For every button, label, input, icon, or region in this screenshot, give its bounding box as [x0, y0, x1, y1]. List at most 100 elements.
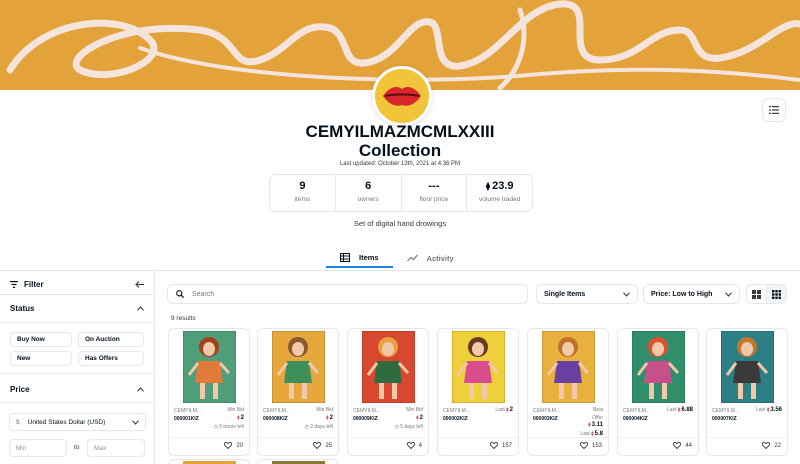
search-input[interactable]: Search [167, 284, 528, 304]
sort-select[interactable]: Price: Low to High [643, 284, 740, 304]
price-value: 2 [240, 414, 244, 421]
price-section-header[interactable]: Price [0, 382, 154, 396]
results-count: 9 results [171, 315, 196, 322]
asset-collection-name: CEMYILM... [712, 408, 739, 414]
asset-price: ⧫3.11 [588, 422, 603, 428]
filter-sidebar [0, 271, 155, 464]
asset-card[interactable]: CEMYILM... 000004KIZ Last ⧫6.88 44 [617, 328, 699, 456]
items-type-select[interactable]: Single Items [536, 284, 638, 304]
collection-title-line1: CEMYILMAZMCMLXXIII [305, 122, 495, 141]
collection-description: Set of digital hand drowings [353, 219, 447, 228]
eth-icon: ⧫ [677, 407, 681, 413]
asset-card[interactable]: CEMYILM... 000009KIZ Min Bid ⧫2 ◷ 5 days lef… [347, 328, 429, 456]
asset-card[interactable]: CEMYILM... 000003KIZ Best Offer ⧫3.11 Last ⧫5… [527, 328, 609, 456]
asset-image[interactable] [721, 331, 774, 403]
lips-icon [375, 69, 429, 123]
status-on-auction[interactable]: On Auction [78, 332, 144, 347]
favorite-button[interactable]: 4 [406, 442, 422, 449]
asset-card[interactable]: CEMYILM... 000008KIZ Min Bid ⧫2 ◷ 2 days lef… [257, 328, 339, 456]
small-grid-button[interactable] [766, 284, 787, 304]
asset-image[interactable] [272, 331, 325, 403]
asset-card[interactable]: CEMYILM... 000001KIZ Min Bid ⧫2 ◷ 5 hours le… [168, 328, 250, 456]
price-label: Offer [591, 414, 603, 421]
collection-title: CEMYILMAZMCMLXXIII Collection [250, 122, 550, 160]
favorite-button[interactable]: 153 [579, 442, 602, 449]
asset-card[interactable]: CEMYILM... 000007KIZ Last ⧫3.56 22 [706, 328, 788, 456]
favorite-button[interactable]: 25 [313, 442, 332, 449]
favorite-button[interactable]: 22 [762, 442, 781, 449]
status-buy-now[interactable]: Buy Now [10, 332, 72, 347]
card-divider [528, 437, 608, 438]
price-value: 3.56 [770, 407, 782, 413]
eth-icon: ⧫ [326, 414, 329, 421]
stat-items[interactable]: 9 items [270, 175, 336, 211]
asset-name: 000004KIZ [623, 416, 648, 422]
stat-owners[interactable]: 6 owners [336, 175, 402, 211]
price-value: 2 [509, 407, 513, 413]
price-label: Last [666, 407, 678, 413]
favorite-button[interactable]: 157 [489, 442, 512, 449]
stat-label: items [294, 196, 311, 203]
heart-icon [406, 442, 415, 449]
price-value: 3.11 [591, 422, 603, 428]
asset-collection-name: CEMYILM... [533, 408, 560, 414]
min-price-input[interactable]: Min [9, 439, 67, 457]
more-options-button[interactable] [762, 98, 786, 122]
asset-price-info: Min Bid [406, 407, 423, 413]
filter-header[interactable]: Filter [0, 277, 154, 291]
asset-price-info: ◷ 5 hours left [214, 424, 245, 430]
currency-value: United States Dollar (USD) [27, 418, 106, 426]
large-grid-button[interactable] [746, 284, 767, 304]
stat-value: 9 [299, 180, 306, 192]
currency-select[interactable]: $ United States Dollar (USD) [9, 413, 146, 431]
asset-name: 000008KIZ [263, 416, 288, 422]
card-divider [169, 437, 249, 438]
asset-image[interactable] [183, 331, 236, 403]
asset-image[interactable] [632, 331, 685, 403]
max-price-input[interactable]: Max [87, 439, 145, 457]
stat-label: owners [357, 196, 379, 203]
collection-stats: 9 items 6 owners --- floor price ⧫ 23.9 v… [269, 174, 533, 212]
asset-card[interactable] [168, 459, 250, 464]
tab-label: Items [359, 252, 379, 262]
stat-value: ⧫ 23.9 [467, 180, 532, 194]
asset-price: ⧫3.56 [767, 407, 782, 413]
last-updated-text: Last updated: October 13th, 2021 at 4:36… [339, 161, 461, 167]
asset-card[interactable] [257, 459, 339, 464]
favorite-button[interactable]: 20 [224, 442, 243, 449]
favorite-count: 44 [685, 442, 692, 449]
eth-icon: ⧫ [237, 414, 240, 421]
asset-price: ⧫2 [237, 415, 244, 421]
stat-floor-price: --- floor price [402, 175, 468, 211]
heart-icon [673, 442, 682, 449]
asset-price: ⧫2 [416, 415, 423, 421]
small-grid-icon [772, 289, 781, 299]
arrow-left-icon[interactable] [135, 280, 144, 288]
asset-image[interactable] [452, 331, 505, 403]
asset-image[interactable] [542, 331, 595, 403]
eth-icon: ⧫ [485, 181, 491, 191]
status-section-header[interactable]: Status [0, 301, 154, 315]
asset-name: 000002KIZ [443, 416, 468, 422]
price-label: ◷ 2 days left [304, 423, 333, 430]
status-label: Status [10, 303, 35, 313]
asset-image[interactable] [362, 331, 415, 403]
status-new[interactable]: New [10, 351, 72, 366]
price-value: 2 [419, 414, 423, 421]
price-label: ◷ 5 days left [394, 423, 423, 430]
volume-value: 23.9 [492, 180, 514, 192]
price-label: Last [755, 407, 767, 413]
dollar-icon: $ [16, 418, 20, 426]
status-has-offers[interactable]: Has Offers [78, 351, 144, 366]
asset-price-info: Offer [592, 415, 603, 421]
collection-tabs: Items Activity [326, 248, 468, 268]
filter-label: Filter [24, 279, 44, 289]
grid-table-icon [340, 252, 350, 262]
sidebar-divider [0, 373, 154, 374]
stat-label: volume traded [479, 196, 521, 203]
tab-activity[interactable]: Activity [393, 248, 468, 268]
asset-card[interactable]: CEMYILM... 000002KIZ Last ⧫2 157 [437, 328, 519, 456]
favorite-button[interactable]: 44 [673, 442, 692, 449]
asset-price-info: ◷ 2 days left [304, 424, 333, 430]
tab-items[interactable]: Items [326, 248, 393, 268]
